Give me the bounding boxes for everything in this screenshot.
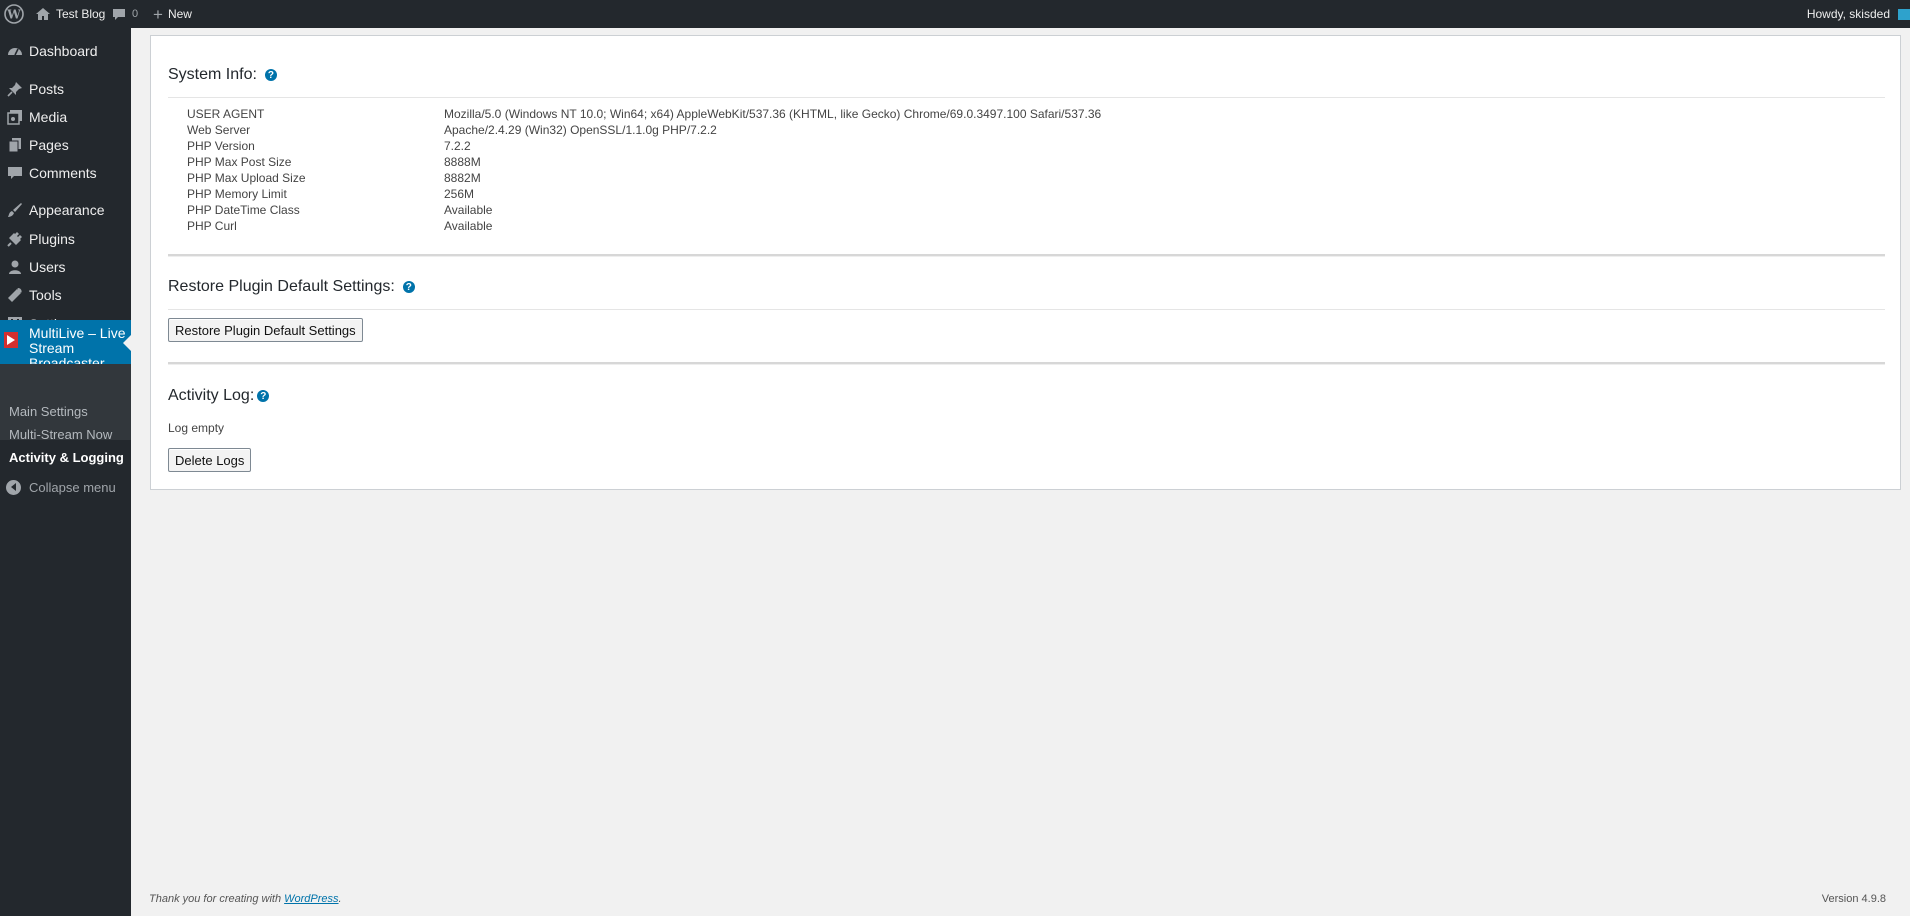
system-info-title: System Info: <box>168 66 257 83</box>
dashboard-icon <box>6 42 24 60</box>
activity-log-title: Activity Log: <box>168 387 255 404</box>
plug-icon <box>6 230 24 248</box>
system-info-key: PHP Max Post Size <box>187 155 292 169</box>
footer-version: Version 4.9.8 <box>1821 893 1886 905</box>
comments-count: 0 <box>132 8 139 20</box>
sidebar-item-pages[interactable]: Pages <box>0 131 131 159</box>
sidebar-item-label: Comments <box>29 165 97 181</box>
svg-text:W: W <box>6 8 21 22</box>
section-divider <box>168 254 1885 257</box>
help-icon[interactable]: ? <box>264 69 277 81</box>
sidebar-item-media[interactable]: Media <box>0 103 131 131</box>
sidebar-item-users[interactable]: Users <box>0 253 131 281</box>
system-info-value: Available <box>444 203 493 217</box>
sidebar-item-label-line1: MultiLive – Live <box>29 325 126 341</box>
page-icon <box>6 136 24 154</box>
system-info-key: USER AGENT <box>187 107 265 121</box>
help-icon[interactable]: ? <box>257 390 270 402</box>
pin-icon <box>6 80 24 98</box>
sidebar-item-label: Tools <box>29 287 62 303</box>
divider <box>168 309 1885 310</box>
new-content-link[interactable]: + New <box>153 0 192 28</box>
wrench-icon <box>6 286 24 304</box>
sidebar-item-dashboard[interactable]: Dashboard <box>0 37 131 65</box>
sidebar-item-comments[interactable]: Comments <box>0 159 131 187</box>
system-info-value: Mozilla/5.0 (Windows NT 10.0; Win64; x64… <box>444 107 1102 121</box>
collapse-arrow-icon <box>6 479 21 495</box>
system-info-value: 8882M <box>444 171 481 185</box>
collapse-menu-label: Collapse menu <box>29 479 116 495</box>
site-name-link[interactable]: Test Blog <box>35 0 105 28</box>
home-icon <box>35 6 51 22</box>
sidebar-item-plugins[interactable]: Plugins <box>0 225 131 253</box>
avatar[interactable] <box>1898 0 1910 28</box>
plus-icon: + <box>153 4 163 24</box>
comment-bubble-icon <box>112 7 126 21</box>
submenu-item-multi-stream-now[interactable]: Multi-Stream Now <box>9 427 112 442</box>
sidebar-item-label: Plugins <box>29 231 75 247</box>
restore-title: Restore Plugin Default Settings: <box>168 278 395 295</box>
submenu-item-activity-logging[interactable]: Activity & Logging <box>9 450 124 465</box>
brush-icon <box>6 201 24 219</box>
footer-thanks: Thank you for creating with WordPress. <box>149 893 342 905</box>
sidebar-item-appearance[interactable]: Appearance <box>0 196 131 224</box>
section-divider <box>168 362 1885 365</box>
system-info-key: PHP Version <box>187 139 255 153</box>
help-icon[interactable]: ? <box>402 281 415 293</box>
log-empty-text: Log empty <box>168 421 225 435</box>
media-icon <box>6 108 24 126</box>
system-info-value: 8888M <box>444 155 481 169</box>
submenu-item-main-settings[interactable]: Main Settings <box>9 404 88 419</box>
system-info-key: PHP DateTime Class <box>187 203 300 217</box>
new-label: New <box>167 7 192 21</box>
user-icon <box>6 258 24 276</box>
sidebar-item-label: Appearance <box>29 202 105 218</box>
system-info-key: Web Server <box>187 123 251 137</box>
delete-logs-button[interactable]: Delete Logs <box>168 448 252 472</box>
sidebar-item-label: Pages <box>29 137 69 153</box>
sidebar-submenu: Main Settings Multi-Stream Now Activity … <box>0 364 131 465</box>
sidebar-item-multilive[interactable]: MultiLive – Live Stream Broadcaster <box>0 320 131 371</box>
system-info-heading: System Info: ? <box>168 66 277 84</box>
comments-link[interactable]: 0 <box>112 0 138 28</box>
system-info-key: PHP Max Upload Size <box>187 171 306 185</box>
account-link[interactable]: Howdy, skisded <box>1807 0 1890 28</box>
site-name: Test Blog <box>56 7 106 21</box>
multilive-plugin-icon <box>4 332 18 348</box>
system-info-value: 7.2.2 <box>444 139 471 153</box>
activity-log-heading: Activity Log: ? <box>168 387 270 405</box>
system-info-key: PHP Memory Limit <box>187 187 287 201</box>
comment-icon <box>6 164 24 182</box>
settings-panel <box>150 35 1901 490</box>
collapse-menu-button[interactable]: Collapse menu <box>0 473 131 501</box>
sidebar-item-posts[interactable]: Posts <box>0 75 131 103</box>
sidebar-item-label: Users <box>29 259 66 275</box>
system-info-value: 256M <box>444 187 475 201</box>
sidebar-item-label: Dashboard <box>29 43 98 59</box>
sidebar-item-label: Posts <box>29 81 65 97</box>
restore-heading: Restore Plugin Default Settings: ? <box>168 278 415 296</box>
admin-sidebar: Dashboard Posts Media Pages Comments App… <box>0 28 131 916</box>
admin-bar: W Test Blog 0 + New Howdy, skisded <box>0 0 1910 28</box>
system-info-value: Available <box>444 219 493 233</box>
wordpress-link[interactable]: WordPress <box>284 893 338 905</box>
sidebar-item-tools[interactable]: Tools <box>0 281 131 309</box>
sidebar-item-label: Media <box>29 109 68 125</box>
current-menu-arrow <box>123 335 131 351</box>
howdy-text: Howdy, skisded <box>1806 7 1890 21</box>
system-info-key: PHP Curl <box>187 219 237 233</box>
wordpress-logo-icon[interactable]: W <box>4 0 24 28</box>
restore-defaults-button[interactable]: Restore Plugin Default Settings <box>168 318 363 342</box>
divider <box>168 97 1885 98</box>
footer-thanks-text: Thank you for creating with <box>149 893 285 905</box>
system-info-value: Apache/2.4.29 (Win32) OpenSSL/1.1.0g PHP… <box>444 123 717 137</box>
footer-thanks-period: . <box>338 893 342 905</box>
